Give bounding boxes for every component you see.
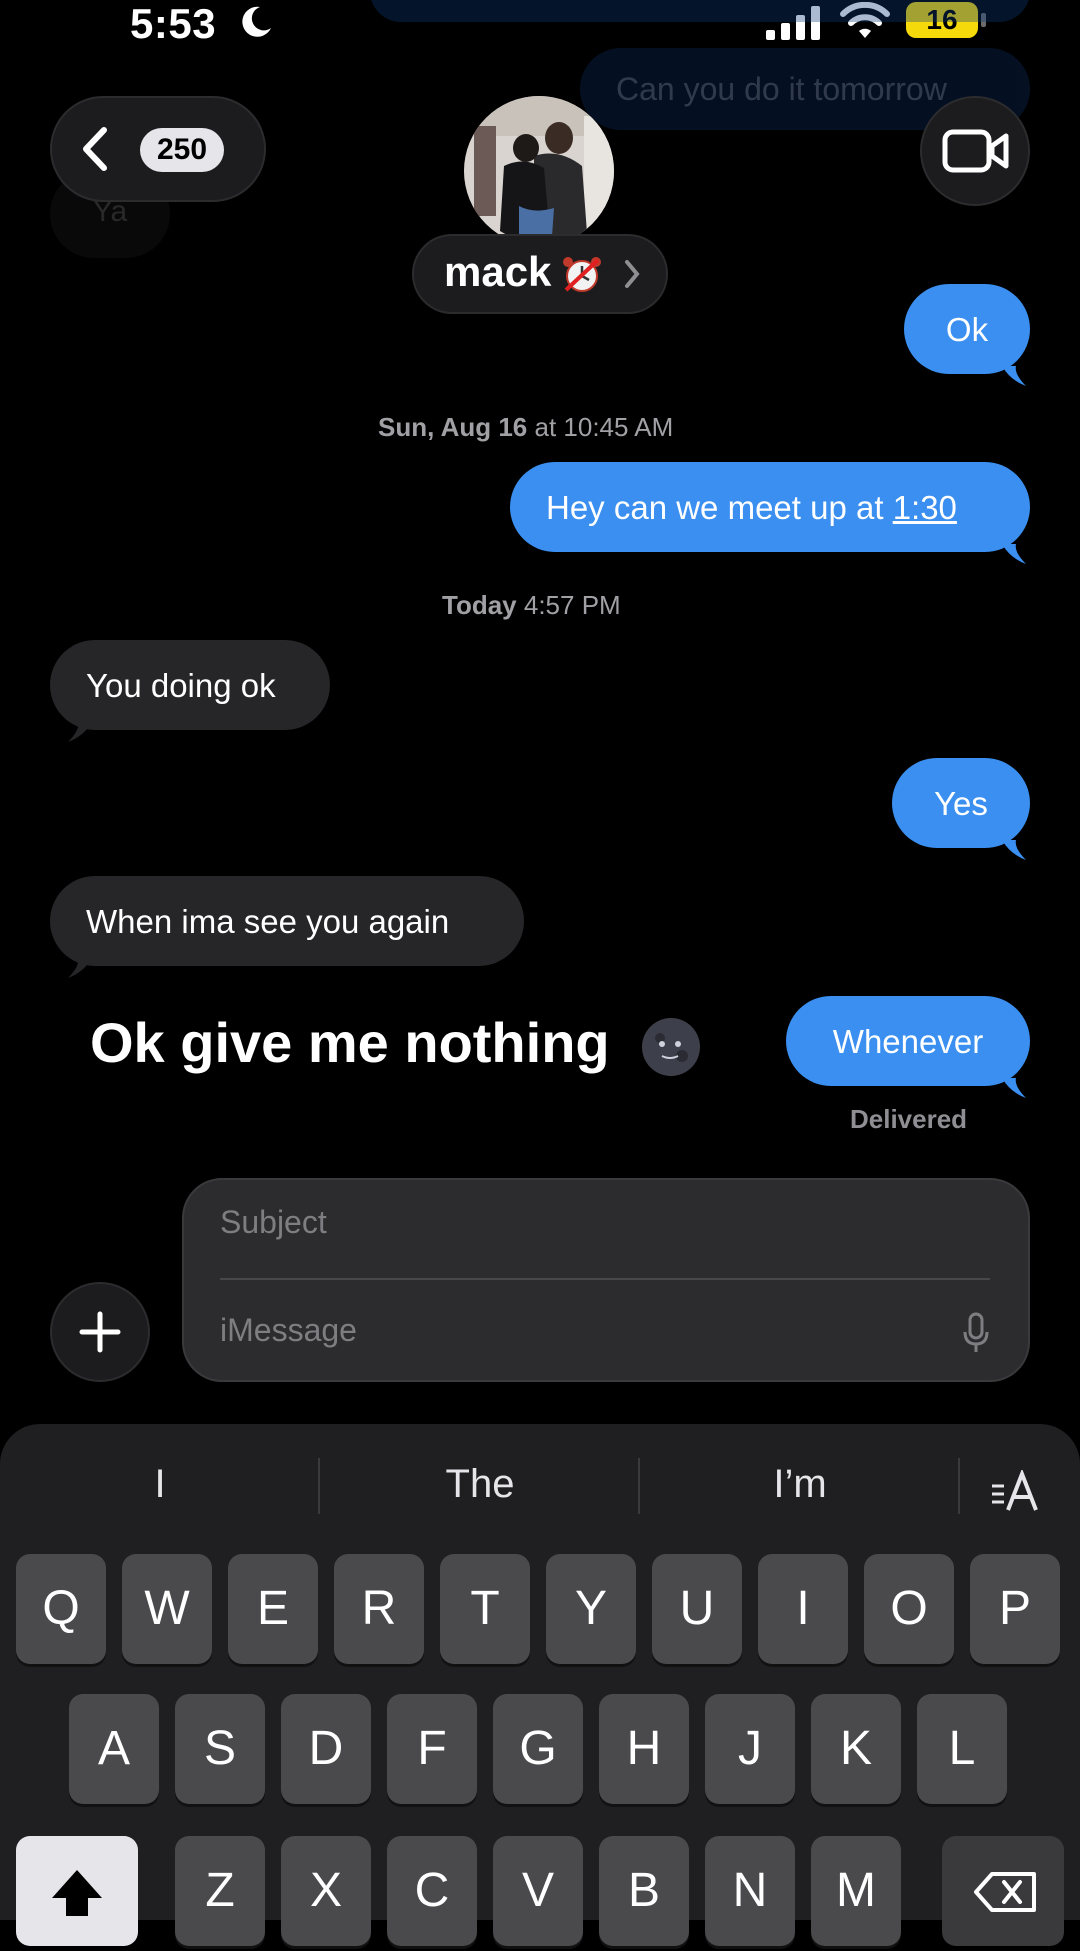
key-b[interactable]: B [599,1836,689,1946]
bubble-tail [68,958,92,978]
incoming-message[interactable]: You doing ok [50,640,330,730]
bubble-tail [1002,544,1026,564]
unread-count-badge: 250 [140,128,224,172]
key-r[interactable]: R [334,1554,424,1664]
outgoing-message[interactable]: Ok [904,284,1030,374]
message-text: Ok [945,310,989,348]
message-text: You doing ok [86,666,276,704]
video-camera-icon [942,129,1009,173]
bubble-tail [1002,840,1026,860]
overlay-caption: Ok give me nothing [90,1011,610,1074]
key-t[interactable]: T [440,1554,530,1664]
delete-icon [974,1872,1036,1912]
suggestion[interactable]: I’m [720,1462,880,1507]
incoming-message[interactable]: When ima see you again [50,876,524,966]
message-text: Yes [934,784,988,822]
delete-key[interactable] [942,1836,1064,1946]
suggestion-divider [958,1458,960,1514]
contact-avatar[interactable] [464,96,614,246]
key-w[interactable]: W [122,1554,212,1664]
key-k[interactable]: K [811,1694,901,1804]
bubble-tail [68,722,92,742]
key-z[interactable]: Z [175,1836,265,1946]
key-g[interactable]: G [493,1694,583,1804]
status-time: 5:53 [130,0,217,47]
new-moon-face-icon [642,1018,700,1076]
key-c[interactable]: C [387,1836,477,1946]
moon-icon [242,6,271,37]
key-l[interactable]: L [917,1694,1007,1804]
suggestion-divider [318,1458,320,1514]
message-input[interactable]: iMessage [220,1312,357,1349]
chevron-right-icon [625,260,640,288]
key-e[interactable]: E [228,1554,318,1664]
outgoing-message[interactable]: Yes [892,758,1030,848]
suggestion-divider [638,1458,640,1514]
key-i[interactable]: I [758,1554,848,1664]
time-link[interactable]: 1:30 [893,491,957,524]
key-v[interactable]: V [493,1836,583,1946]
key-f[interactable]: F [387,1694,477,1804]
key-j[interactable]: J [705,1694,795,1804]
key-a[interactable]: A [69,1694,159,1804]
outgoing-message[interactable]: Hey can we meet up at 1:30 [510,462,1030,552]
timestamp: Today 4:57 PM [442,590,621,620]
message-text: Hey can we meet up at [546,488,893,526]
delivered-status: Delivered [850,1104,968,1134]
key-x[interactable]: X [281,1836,371,1946]
no-alarm-emoji-icon [563,257,601,292]
subject-field[interactable]: Subject [220,1204,327,1241]
message-text: Whenever [832,1022,984,1060]
key-m[interactable]: M [811,1836,901,1946]
key-p[interactable]: P [970,1554,1060,1664]
contact-name: mack [444,248,552,295]
suggestion[interactable]: The [400,1462,560,1507]
format-icon[interactable] [990,1470,1046,1514]
key-o[interactable]: O [864,1554,954,1664]
background-bubble [370,0,1030,22]
key-n[interactable]: N [705,1836,795,1946]
message-text: When ima see you again [86,902,450,940]
timestamp: Sun, Aug 16 at 10:45 AM [378,412,674,442]
key-q[interactable]: Q [16,1554,106,1664]
plus-icon [79,1311,121,1353]
suggestion[interactable]: I [80,1462,240,1507]
mic-icon[interactable] [962,1312,990,1354]
key-s[interactable]: S [175,1694,265,1804]
outgoing-message[interactable]: Whenever [786,996,1030,1086]
bubble-tail [1002,1078,1026,1098]
key-h[interactable]: H [599,1694,689,1804]
bubble-tail [1002,366,1026,386]
compose-divider [220,1278,990,1280]
shift-icon [52,1870,102,1916]
shift-key[interactable] [16,1836,138,1946]
key-y[interactable]: Y [546,1554,636,1664]
key-u[interactable]: U [652,1554,742,1664]
key-d[interactable]: D [281,1694,371,1804]
back-chevron-icon [83,127,107,171]
